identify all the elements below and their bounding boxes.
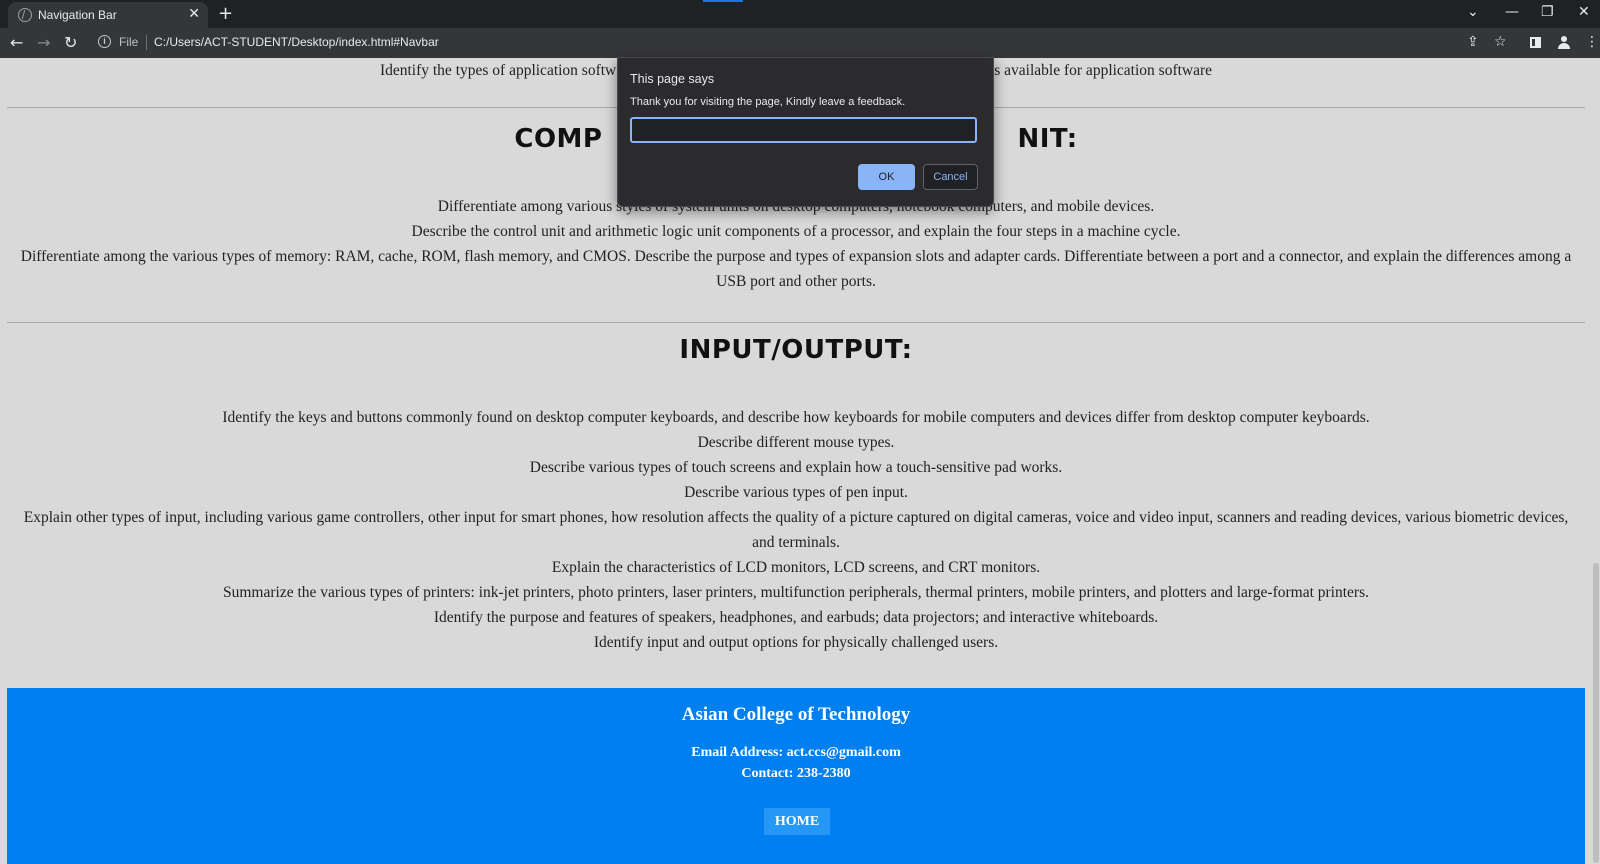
tab-close-icon[interactable]: ✕ — [188, 6, 200, 22]
star-icon[interactable]: ☆ — [1494, 34, 1507, 50]
tab-search-icon[interactable]: ⌄ — [1467, 4, 1479, 20]
system-unit-paragraph: Differentiate among various styles of sy… — [20, 194, 1572, 294]
reload-icon[interactable]: ↻ — [64, 33, 77, 52]
share-icon[interactable]: ⇪ — [1467, 34, 1479, 50]
address-separator — [146, 35, 147, 50]
restore-icon[interactable]: ❐ — [1541, 4, 1554, 20]
list-item: Differentiate among the various types of… — [20, 248, 1572, 290]
list-item: Describe various types of touch screens … — [529, 459, 1063, 476]
list-item: Summarize the various types of printers:… — [223, 584, 1369, 601]
input-output-paragraph: Identify the keys and buttons commonly f… — [20, 405, 1572, 655]
prompt-dialog: This page says Thank you for visiting th… — [617, 57, 994, 207]
side-panel-icon[interactable] — [1530, 37, 1541, 48]
list-item: Explain other types of input, including … — [23, 509, 1569, 551]
list-item: Describe different mouse types. — [697, 434, 895, 451]
info-icon[interactable]: i — [98, 35, 111, 48]
browser-toolbar: ← → ↻ i File C:/Users/ACT-STUDENT/Deskto… — [0, 28, 1600, 58]
new-tab-button[interactable]: + — [218, 3, 233, 24]
footer-email: Email Address: act.ccs@gmail.com — [691, 745, 901, 760]
browser-tab[interactable]: Navigation Bar ✕ — [8, 2, 208, 28]
list-item: Describe the control unit and arithmetic… — [411, 223, 1181, 240]
address-bar[interactable]: i File C:/Users/ACT-STUDENT/Desktop/inde… — [94, 31, 1504, 55]
list-item: Identify the purpose and features of spe… — [433, 609, 1159, 626]
scrollbar-thumb[interactable] — [1593, 563, 1599, 863]
college-name: Asian College of Technology — [681, 704, 911, 725]
feedback-input[interactable] — [630, 117, 977, 143]
tab-strip-accent — [703, 0, 743, 2]
cancel-button[interactable]: Cancel — [923, 164, 978, 190]
page-scrollbar[interactable] — [1592, 58, 1600, 864]
dialog-title: This page says — [630, 72, 715, 86]
top-line-left: Identify the types of application softw — [379, 62, 617, 79]
kebab-menu-icon[interactable]: ⋮ — [1585, 34, 1599, 50]
home-button[interactable]: HOME — [764, 808, 830, 835]
list-item: Identify input and output options for ph… — [593, 634, 999, 651]
url-text[interactable]: C:/Users/ACT-STUDENT/Desktop/index.html#… — [154, 35, 439, 49]
list-item: Identify the keys and buttons commonly f… — [222, 409, 1370, 426]
input-output-heading: INPUT/OUTPUT: — [679, 335, 913, 365]
tab-strip: Navigation Bar ✕ + ⌄ — ❐ ✕ — [0, 0, 1600, 28]
tab-title: Navigation Bar — [38, 8, 117, 22]
page-footer: Asian College of Technology Email Addres… — [7, 688, 1585, 864]
forward-arrow-icon[interactable]: → — [37, 33, 50, 52]
dialog-message: Thank you for visiting the page, Kindly … — [630, 96, 906, 108]
ok-button[interactable]: OK — [858, 164, 915, 190]
globe-icon — [18, 8, 32, 22]
list-item: Explain the characteristics of LCD monit… — [551, 559, 1041, 576]
list-item: Describe various types of pen input. — [684, 484, 908, 501]
scheme-label: File — [119, 35, 139, 49]
window-close-icon[interactable]: ✕ — [1578, 4, 1590, 20]
footer-contact: Contact: 238-2380 — [741, 766, 851, 781]
heading-left-part: COMP — [514, 124, 603, 154]
heading-right-part: NIT: — [1017, 124, 1078, 154]
top-line-right: s available for application software — [994, 62, 1213, 79]
minimize-icon[interactable]: — — [1505, 4, 1519, 20]
back-arrow-icon[interactable]: ← — [10, 33, 23, 52]
profile-icon[interactable] — [1557, 36, 1571, 50]
section-divider — [7, 322, 1585, 323]
